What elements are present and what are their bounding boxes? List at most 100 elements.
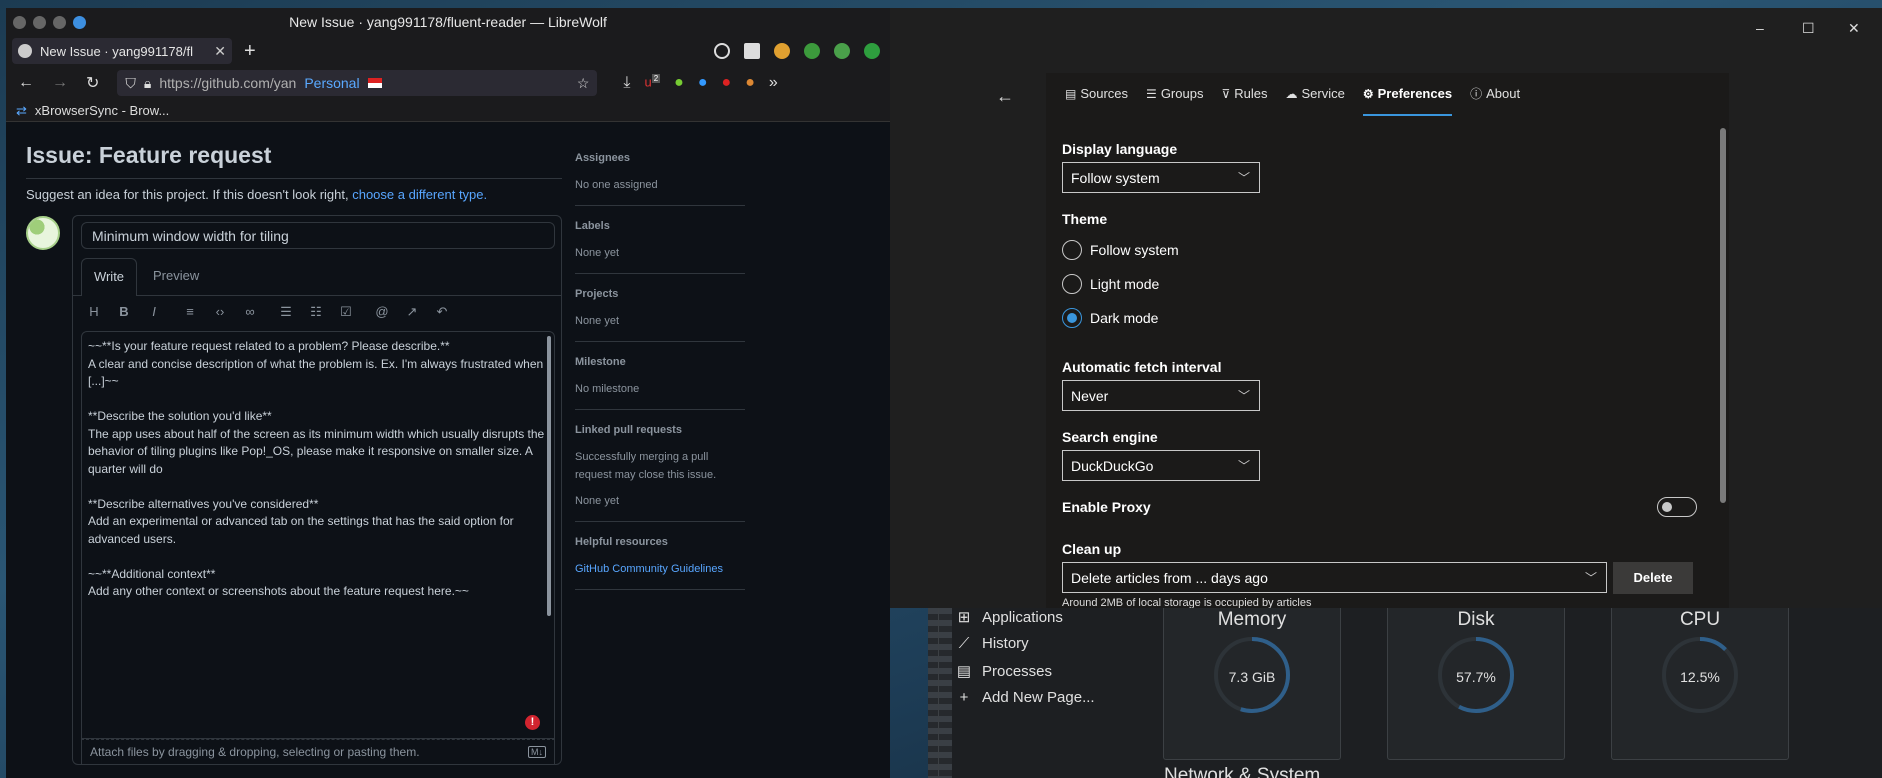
alarm-icon[interactable]: [714, 43, 730, 59]
cleanup-dropdown[interactable]: Delete articles from ... days ago ﹀: [1062, 562, 1607, 593]
issue-title-input[interactable]: Minimum window width for tiling: [81, 222, 555, 249]
minimize-window-button[interactable]: [33, 15, 46, 29]
fetch-interval-label: Automatic fetch interval: [1062, 359, 1222, 375]
close-icon[interactable]: ✕: [1848, 20, 1860, 37]
community-guidelines-link[interactable]: GitHub Community Guidelines: [575, 560, 745, 578]
link-icon[interactable]: ∞: [243, 304, 257, 320]
bookmark-item[interactable]: xBrowserSync - Brow...: [35, 103, 169, 118]
avatar[interactable]: [26, 216, 60, 250]
labels-value: None yet: [575, 247, 620, 259]
cpu-card[interactable]: CPU 12.5%: [1611, 608, 1789, 760]
reference-icon[interactable]: ↗: [405, 304, 419, 320]
browser-window: New Issue · yang991178/fluent-reader — L…: [6, 8, 890, 778]
container-label[interactable]: Personal: [304, 75, 359, 91]
tab-preferences[interactable]: ⚙ Preferences: [1354, 73, 1461, 116]
window-titlebar[interactable]: New Issue · yang991178/fluent-reader — L…: [6, 8, 890, 36]
warning-icon[interactable]: !: [525, 715, 540, 730]
close-window-button[interactable]: [13, 15, 26, 29]
enable-proxy-label: Enable Proxy: [1062, 499, 1151, 515]
minimize-icon[interactable]: –: [1756, 20, 1764, 36]
theme-radio-follow-system[interactable]: Follow system: [1062, 240, 1179, 260]
radio-label: Light mode: [1090, 276, 1160, 292]
tab-about[interactable]: ⓘ About: [1461, 73, 1529, 115]
forward-icon[interactable]: →: [52, 74, 68, 92]
italic-icon[interactable]: I: [147, 304, 161, 320]
tab-service[interactable]: ☁ Service: [1277, 73, 1354, 115]
radio-circle: [1062, 274, 1082, 294]
delete-button[interactable]: Delete: [1613, 562, 1693, 594]
settings-scrollbar[interactable]: [1720, 128, 1726, 503]
account-icon[interactable]: [864, 43, 880, 59]
fetch-interval-dropdown[interactable]: Never ﹀: [1062, 380, 1260, 411]
tab-preview[interactable]: Preview: [153, 258, 199, 296]
browser-tab[interactable]: New Issue · yang991178/fl ✕: [12, 38, 232, 64]
chevron-down-icon: ﹀: [1237, 171, 1250, 185]
nav-add-page[interactable]: + Add New Page...: [956, 689, 1095, 706]
issue-body-textarea[interactable]: ~~**Is your feature request related to a…: [81, 331, 555, 739]
extension-icon[interactable]: ●: [745, 74, 755, 92]
tab-groups[interactable]: ☰ Groups: [1137, 73, 1212, 115]
back-arrow-icon[interactable]: ←: [996, 86, 1014, 107]
fox-icon[interactable]: [774, 43, 790, 59]
search-engine-dropdown[interactable]: DuckDuckGo ﹀: [1062, 450, 1260, 481]
display-language-dropdown[interactable]: Follow system ﹀: [1062, 162, 1260, 193]
tab-rules[interactable]: ⊽ Rules: [1212, 73, 1276, 115]
overflow-icon[interactable]: »: [769, 74, 778, 92]
tab-sources[interactable]: ▤ Sources: [1056, 73, 1137, 115]
url-bar[interactable]: ⛉ 🔒︎ https://github.com/yan Personal ☆: [117, 70, 598, 96]
theme-radio-light-mode[interactable]: Light mode: [1062, 274, 1159, 294]
milestone-heading[interactable]: Milestone: [575, 356, 745, 368]
divider: [26, 178, 562, 179]
github-page: Issue: Feature request Suggest an idea f…: [6, 122, 890, 778]
linked-prs-heading[interactable]: Linked pull requests: [575, 424, 745, 436]
close-tab-icon[interactable]: ✕: [214, 43, 226, 60]
bulleted-list-icon[interactable]: ☰: [279, 304, 293, 320]
tab-label: About: [1486, 86, 1521, 101]
shield-icon[interactable]: [834, 43, 850, 59]
markdown-icon[interactable]: M↓: [528, 746, 546, 758]
enable-proxy-toggle[interactable]: [1657, 497, 1697, 517]
new-tab-button[interactable]: +: [244, 40, 256, 63]
bookmark-star-icon[interactable]: ☆: [577, 75, 590, 92]
url-text[interactable]: https://github.com/yan: [159, 75, 296, 91]
reload-icon[interactable]: ↻: [86, 73, 99, 93]
maximize-icon[interactable]: ☐: [1802, 20, 1815, 37]
reply-icon[interactable]: ↶: [435, 304, 449, 320]
heading-icon[interactable]: H: [87, 304, 101, 320]
nav-processes[interactable]: ▤ Processes: [956, 662, 1052, 681]
wallpaper-strip: [928, 608, 952, 778]
grid-icon[interactable]: [744, 43, 760, 59]
bold-icon[interactable]: B: [117, 304, 131, 320]
task-list-icon[interactable]: ☑: [339, 304, 353, 320]
code-icon[interactable]: ‹›: [213, 304, 227, 320]
mention-icon[interactable]: @: [375, 304, 389, 320]
nav-history[interactable]: ⟋ History: [956, 635, 1029, 652]
download-icon[interactable]: ⤓: [623, 74, 630, 92]
extension-icon[interactable]: ●: [674, 74, 684, 92]
tab-write[interactable]: Write: [81, 258, 137, 296]
nav-applications[interactable]: ⊞ Applications: [956, 608, 1063, 627]
extension-icon[interactable]: ●: [722, 74, 732, 92]
labels-heading[interactable]: Labels: [575, 220, 745, 232]
quote-icon[interactable]: ≡: [183, 304, 197, 320]
gear-icon: ⚙: [1362, 87, 1374, 101]
wifi-icon[interactable]: [804, 43, 820, 59]
attach-files-area[interactable]: Attach files by dragging & dropping, sel…: [81, 739, 555, 765]
textarea-scrollbar[interactable]: [547, 336, 551, 616]
maximize-window-button[interactable]: [53, 15, 66, 29]
choose-type-link[interactable]: choose a different type.: [352, 187, 487, 202]
body-line: ~~**Is your feature request related to a…: [88, 339, 450, 353]
attach-text: Attach files by dragging & dropping, sel…: [90, 745, 420, 759]
assignees-heading[interactable]: Assignees: [575, 152, 745, 164]
helpful-resources-section: Helpful resources GitHub Community Guide…: [575, 536, 745, 590]
numbered-list-icon[interactable]: ☷: [309, 304, 323, 320]
github-icon: [18, 44, 32, 58]
back-icon[interactable]: ←: [18, 74, 34, 92]
projects-heading[interactable]: Projects: [575, 288, 745, 300]
memory-card[interactable]: Memory 7.3 GiB: [1163, 608, 1341, 760]
window-title: New Issue · yang991178/fluent-reader — L…: [289, 14, 607, 30]
ublock-icon[interactable]: u2: [644, 74, 661, 92]
theme-radio-dark-mode[interactable]: Dark mode: [1062, 308, 1158, 328]
extension-icon[interactable]: ●: [698, 74, 708, 92]
disk-card[interactable]: Disk 57.7%: [1387, 608, 1565, 760]
